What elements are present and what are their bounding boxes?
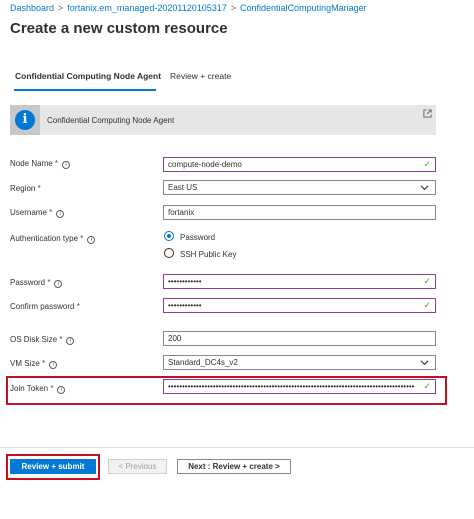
- info-tooltip-icon[interactable]: i: [66, 337, 75, 345]
- radio-ssh-key-label[interactable]: SSH Public Key: [180, 250, 236, 259]
- required-marker: *: [59, 335, 63, 344]
- previous-button[interactable]: < Previous: [108, 459, 167, 474]
- radio-password[interactable]: [164, 231, 174, 241]
- required-marker: *: [49, 208, 53, 217]
- radio-ssh-key[interactable]: [164, 248, 174, 258]
- tab-review-create[interactable]: Review + create: [170, 71, 231, 81]
- join-token-label: Join Token * i: [10, 384, 66, 394]
- external-link-icon[interactable]: [423, 109, 432, 118]
- password-input[interactable]: •••••••••••• ✓: [163, 274, 436, 289]
- next-button[interactable]: Next : Review + create >: [177, 459, 291, 474]
- page-title: Create a new custom resource: [10, 20, 228, 37]
- info-tooltip-icon[interactable]: i: [57, 386, 66, 394]
- password-label: Password * i: [10, 278, 63, 288]
- required-marker: *: [42, 359, 46, 368]
- chevron-down-icon: [420, 360, 429, 366]
- valid-check-icon: ✓: [423, 276, 431, 286]
- required-marker: *: [47, 278, 51, 287]
- breadcrumb: Dashboard > fortanix.em_managed-2020112010…: [10, 3, 367, 13]
- breadcrumb-dashboard[interactable]: Dashboard: [10, 3, 54, 13]
- breadcrumb-resource-group[interactable]: fortanix.em_managed-20201120105317: [67, 3, 226, 13]
- auth-type-label: Authentication type * i: [10, 234, 96, 244]
- breadcrumb-separator: >: [58, 3, 64, 13]
- region-label: Region *: [10, 184, 41, 193]
- info-tooltip-icon[interactable]: i: [56, 210, 65, 218]
- info-tooltip-icon[interactable]: i: [62, 161, 71, 169]
- confirm-password-input[interactable]: •••••••••••• ✓: [163, 298, 436, 313]
- tab-node-agent[interactable]: Confidential Computing Node Agent: [15, 71, 161, 81]
- breadcrumb-manager[interactable]: ConfidentialComputingManager: [240, 3, 367, 13]
- required-marker: *: [80, 234, 84, 243]
- region-select[interactable]: East US: [163, 180, 436, 195]
- active-tab-indicator: [14, 89, 156, 91]
- banner-text: Confidential Computing Node Agent: [47, 116, 175, 125]
- os-disk-size-label: OS Disk Size * i: [10, 335, 75, 345]
- required-marker: *: [50, 384, 54, 393]
- valid-check-icon: ✓: [423, 159, 431, 169]
- info-icon: i: [15, 110, 35, 130]
- node-name-label: Node Name * i: [10, 159, 71, 169]
- required-marker: *: [76, 302, 80, 311]
- footer-divider: [0, 447, 474, 448]
- username-label: Username * i: [10, 208, 65, 218]
- valid-check-icon: ✓: [423, 300, 431, 310]
- confirm-password-label: Confirm password *: [10, 302, 80, 311]
- chevron-down-icon: [420, 185, 429, 191]
- info-tooltip-icon[interactable]: i: [87, 236, 96, 244]
- username-input[interactable]: fortanix: [163, 205, 436, 220]
- valid-check-icon: ✓: [423, 381, 431, 391]
- info-tooltip-icon[interactable]: i: [49, 361, 58, 369]
- radio-password-label[interactable]: Password: [180, 233, 215, 242]
- vm-size-select[interactable]: Standard_DC4s_v2: [163, 355, 436, 370]
- required-marker: *: [37, 184, 41, 193]
- review-submit-button[interactable]: Review + submit: [10, 459, 96, 474]
- info-tooltip-icon[interactable]: i: [54, 280, 63, 288]
- join-token-input[interactable]: ••••••••••••••••••••••••••••••••••••••••…: [163, 379, 436, 394]
- vm-size-label: VM Size * i: [10, 359, 58, 369]
- required-marker: *: [54, 159, 59, 168]
- breadcrumb-separator: >: [230, 3, 237, 13]
- node-name-input[interactable]: compute-node-demo ✓: [163, 157, 436, 172]
- os-disk-size-input[interactable]: 200: [163, 331, 436, 346]
